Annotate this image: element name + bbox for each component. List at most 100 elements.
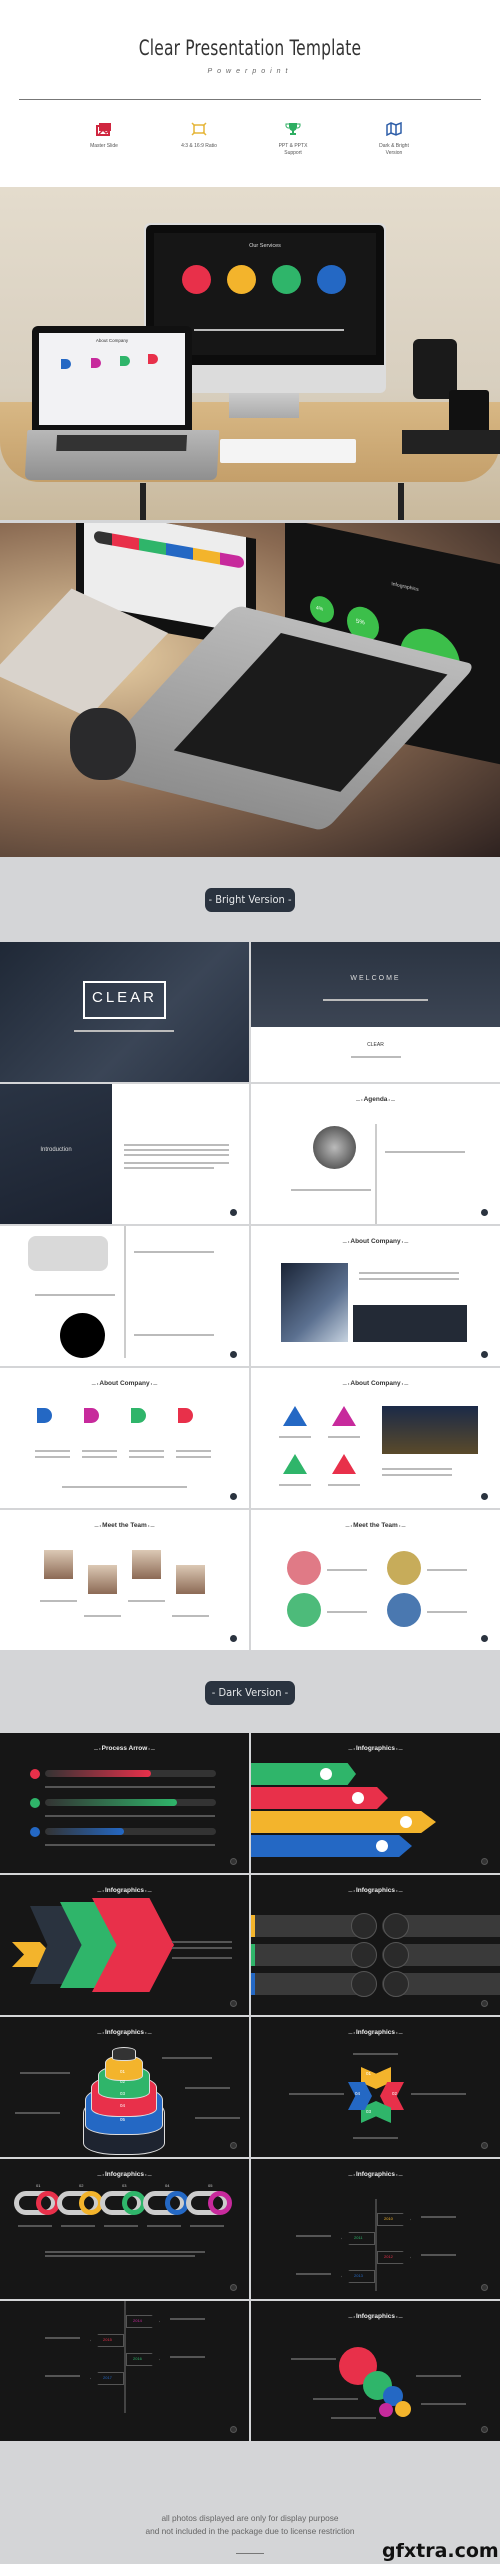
slide-graphic <box>287 1551 321 1585</box>
slide-thumbnail-ribbons[interactable]: Infographics <box>251 1733 500 1873</box>
slide-thumbnail-process[interactable]: Process Arrow <box>0 1733 249 1873</box>
page-number-badge <box>481 2000 488 2007</box>
page-number-badge <box>481 1493 488 1500</box>
divider <box>236 2553 264 2554</box>
slide-graphic <box>379 2403 393 2417</box>
slide-thumbnail-team-circles[interactable]: Meet the Team <box>251 1510 500 1650</box>
slide-graphic <box>283 1454 307 1474</box>
slide-thumbnail-about-tri[interactable]: About Company <box>251 1368 500 1508</box>
text-placeholder <box>331 2417 376 2419</box>
slide-thumbnail-signs[interactable]: Infographics 2010 2011 2012 2013 <box>251 2159 500 2299</box>
slide-thumbnail-intro[interactable]: Introduction <box>0 1084 249 1224</box>
slide-thumbnail-timeline[interactable] <box>0 1226 249 1366</box>
text-placeholder <box>129 1456 164 1458</box>
feature-master-slide: Master Slide <box>54 122 154 150</box>
slide-graphic <box>251 1763 356 1785</box>
slide-thumbnail-welcome[interactable]: WELCOME CLEAR <box>251 942 500 1082</box>
text-placeholder <box>279 1484 311 1486</box>
slide-label: 2012 <box>384 2254 393 2259</box>
text-placeholder <box>411 2093 466 2095</box>
slide-thumbnail-chain[interactable]: Infographics 01 02 03 04 05 <box>0 2159 249 2299</box>
page-number-badge <box>481 2426 488 2433</box>
map-icon <box>386 122 402 136</box>
text-placeholder <box>327 1569 367 1571</box>
slide-title: Infographics <box>251 1887 500 1894</box>
text-placeholder <box>35 1450 70 1452</box>
text-placeholder <box>172 1947 232 1949</box>
slide-thumbnail-pyramid[interactable]: Infographics 01 02 03 04 05 <box>0 2017 249 2157</box>
slide-label: 05 <box>208 2183 213 2188</box>
text-placeholder <box>313 2398 358 2400</box>
slide-thumbnail-chevrons[interactable]: Infographics <box>0 1875 249 2015</box>
slide-label: 2011 <box>354 2235 363 2240</box>
slide-title: Process Arrow <box>0 1745 249 1752</box>
page-number-badge <box>230 2142 237 2149</box>
slide-title: Infographics <box>251 2029 500 2036</box>
slide-graphic <box>313 1126 356 1169</box>
text-placeholder <box>128 1600 165 1602</box>
text-placeholder <box>61 2225 95 2227</box>
slide-graphic <box>126 2315 160 2328</box>
slide-graphic <box>45 1828 124 1835</box>
slide-thumbnail-signs2[interactable]: 2014 2015 2016 2017 <box>0 2301 249 2441</box>
text-placeholder <box>190 2225 224 2227</box>
disclaimer-line-1: all photos displayed are only for displa… <box>161 2513 339 2523</box>
text-placeholder <box>45 2255 195 2257</box>
slide-thumbnail-agenda[interactable]: Agenda <box>251 1084 500 1224</box>
slide-thumbnail-about-tabs[interactable]: About Company <box>0 1368 249 1508</box>
text-placeholder <box>124 1154 229 1156</box>
slide-thumbnail-about-photo[interactable]: About Company <box>251 1226 500 1366</box>
text-placeholder <box>129 1450 164 1452</box>
text-placeholder <box>40 1600 77 1602</box>
slide-graphic <box>395 2401 411 2417</box>
keyboard <box>220 439 356 463</box>
slide-thumbnail-bubbles[interactable]: Infographics <box>251 2301 500 2441</box>
page-number-badge <box>481 1635 488 1642</box>
slide-graphic <box>176 1565 205 1594</box>
slide-graphic <box>287 1593 321 1627</box>
text-placeholder <box>124 1149 229 1151</box>
brand-label: CLEAR <box>367 1042 384 1048</box>
slide-graphic <box>88 1565 117 1594</box>
text-placeholder <box>185 2087 230 2089</box>
text-placeholder <box>195 2117 240 2119</box>
slide-graphic <box>251 942 500 1027</box>
text-placeholder <box>172 1615 209 1617</box>
slide-label: 03 <box>366 2109 372 2114</box>
divider <box>19 99 481 100</box>
page-number-badge <box>230 1209 237 1216</box>
slide-graphic <box>208 2191 232 2215</box>
slide-graphic <box>37 1408 52 1423</box>
page-number-badge <box>481 1351 488 1358</box>
text-placeholder <box>421 2216 456 2218</box>
text-placeholder <box>62 1486 187 1488</box>
welcome-title: WELCOME <box>350 975 401 982</box>
slide-label: 04 <box>120 2103 126 2108</box>
slide-thumbnail-cross[interactable]: Infographics 01 02 03 04 <box>251 2017 500 2157</box>
slide-graphic <box>351 1942 377 1968</box>
page-number-badge <box>230 1858 237 1865</box>
screen-slide-title: Infographics <box>391 581 419 593</box>
slide-graphic <box>377 2251 411 2264</box>
slide-label: 02 <box>79 2183 84 2188</box>
slide-thumbnail-cover[interactable]: CLEAR <box>0 942 249 1082</box>
text-placeholder <box>327 1611 367 1613</box>
slide-label: 02 <box>120 2079 126 2084</box>
slide-label: 05 <box>120 2117 126 2122</box>
text-placeholder <box>385 1151 465 1153</box>
slide-label: 2013 <box>354 2273 363 2278</box>
text-placeholder <box>323 999 428 1001</box>
page-number-badge <box>230 1351 237 1358</box>
dark-version-label: - Dark Version - <box>205 1681 295 1705</box>
slide-graphic <box>112 2047 136 2061</box>
text-placeholder <box>194 329 344 331</box>
slide-thumbnail-options[interactable]: Infographics <box>251 1875 500 2015</box>
slide-graphic <box>44 1550 73 1579</box>
slide-title: Infographics <box>0 2029 249 2036</box>
slide-thumbnail-team-4[interactable]: Meet the Team <box>0 1510 249 1650</box>
text-placeholder <box>45 2375 80 2377</box>
laptop-slide-title: About Company <box>95 338 129 343</box>
feature-versions: Dark & Bright Version <box>344 122 444 157</box>
text-placeholder <box>82 1450 117 1452</box>
page-number-badge <box>481 1858 488 1865</box>
